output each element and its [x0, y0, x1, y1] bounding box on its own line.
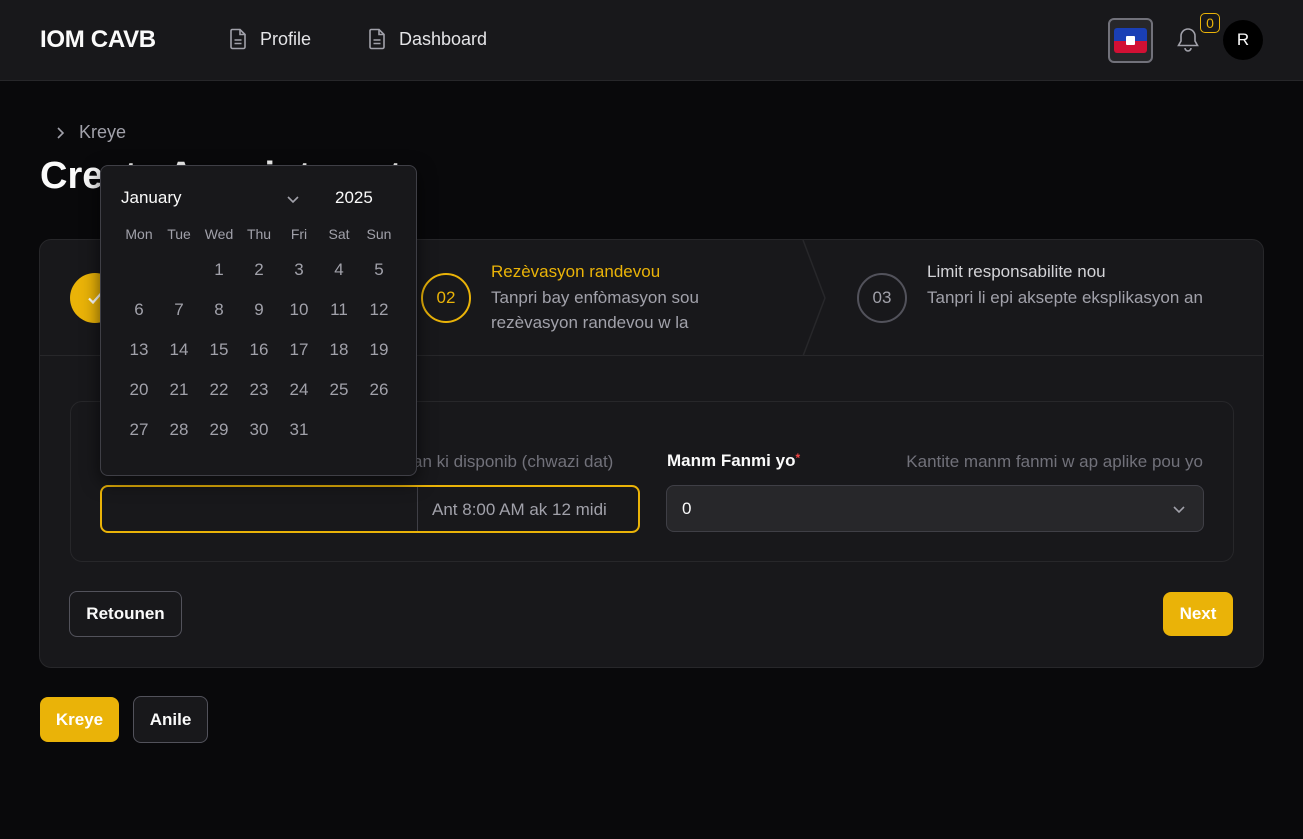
calendar-day[interactable]: 26	[359, 370, 399, 410]
calendar-day[interactable]: 19	[359, 330, 399, 370]
calendar-day[interactable]: 3	[279, 250, 319, 290]
document-icon	[369, 28, 385, 50]
calendar-day[interactable]: 28	[159, 410, 199, 450]
calendar-day[interactable]: 8	[199, 290, 239, 330]
calendar-day[interactable]: 29	[199, 410, 239, 450]
back-button[interactable]: Retounen	[69, 591, 182, 637]
next-button[interactable]: Next	[1163, 592, 1233, 636]
required-marker: *	[795, 451, 801, 465]
calendar-day[interactable]: 13	[119, 330, 159, 370]
chevron-down-icon	[1173, 506, 1185, 514]
weekday-header: Mon	[125, 226, 153, 242]
calendar-empty-cell	[119, 250, 159, 290]
calendar-day[interactable]: 18	[319, 330, 359, 370]
weekday-header: Thu	[246, 226, 272, 242]
calendar-day[interactable]: 9	[239, 290, 279, 330]
weekday-header: Wed	[204, 226, 234, 242]
nav-profile-label: Profile	[260, 28, 312, 49]
month-select[interactable]: January	[121, 188, 181, 208]
calendar-day[interactable]: 21	[159, 370, 199, 410]
calendar-day[interactable]: 10	[279, 290, 319, 330]
calendar-day[interactable]: 5	[359, 250, 399, 290]
appointment-date-input[interactable]: Ant 8:00 AM ak 12 midi	[100, 485, 640, 533]
time-window-addon: Ant 8:00 AM ak 12 midi	[432, 500, 607, 519]
calendar-grid: Mon Tue Wed Thu Fri Sat Sun 1 2 3 4 5 6 7 8 9 10 11 12 13 14…	[119, 226, 399, 450]
calendar-day[interactable]: 27	[119, 410, 159, 450]
step-2-number[interactable]: 02	[421, 273, 471, 323]
calendar-day[interactable]: 20	[119, 370, 159, 410]
calendar-day[interactable]: 11	[319, 290, 359, 330]
calendar-day[interactable]: 4	[319, 250, 359, 290]
top-bar: IOM CAVB Profile Dashboard 0 R	[0, 0, 1303, 81]
cancel-button[interactable]: Anile	[133, 696, 208, 743]
step-2-description: Tanpri bay enfòmasyon sou rezèvasyon ran…	[491, 288, 699, 332]
family-members-select[interactable]: 0	[666, 485, 1204, 532]
date-field-hint: an ki disponib (chwazi dat)	[413, 452, 614, 471]
calendar-day[interactable]: 15	[199, 330, 239, 370]
calendar-day[interactable]: 1	[199, 250, 239, 290]
nav-dashboard-label: Dashboard	[399, 28, 488, 49]
calendar-day[interactable]: 12	[359, 290, 399, 330]
family-members-hint: Kantite manm fanmi w ap aplike pou yo	[906, 452, 1203, 471]
weekday-header: Sat	[328, 226, 350, 242]
step-3-number[interactable]: 03	[857, 273, 907, 323]
date-picker-popover: January 2025 Mon Tue Wed Thu Fri Sat Sun 1 2 3 4 5 6…	[100, 165, 417, 476]
nav-profile[interactable]: Profile	[228, 28, 311, 50]
weekday-header: Tue	[167, 226, 191, 242]
nav-dashboard[interactable]: Dashboard	[367, 28, 487, 50]
notification-count-badge: 0	[1200, 13, 1220, 33]
document-icon	[230, 28, 246, 50]
weekday-header: Fri	[290, 226, 308, 242]
user-avatar[interactable]: R	[1223, 20, 1263, 60]
calendar-day[interactable]: 31	[279, 410, 319, 450]
step-separator	[802, 240, 826, 356]
breadcrumb-current[interactable]: Kreye	[79, 122, 126, 143]
bell-icon[interactable]	[1175, 26, 1201, 54]
calendar-day[interactable]: 2	[239, 250, 279, 290]
chevron-right-icon	[57, 126, 65, 139]
calendar-day[interactable]: 24	[279, 370, 319, 410]
calendar-day[interactable]: 7	[159, 290, 199, 330]
brand-logo[interactable]: IOM CAVB	[40, 26, 156, 54]
calendar-empty-cell	[159, 250, 199, 290]
family-members-value: 0	[682, 499, 692, 518]
calendar-day[interactable]: 6	[119, 290, 159, 330]
year-input[interactable]: 2025	[335, 188, 373, 208]
calendar-day[interactable]: 17	[279, 330, 319, 370]
chevron-down-icon[interactable]	[286, 192, 300, 206]
breadcrumb: Kreye	[55, 122, 126, 143]
calendar-day[interactable]: 23	[239, 370, 279, 410]
create-button[interactable]: Kreye	[40, 697, 119, 742]
haiti-flag-icon	[1114, 28, 1147, 53]
step-2-title: Rezèvasyon randevou	[491, 262, 661, 281]
calendar-day[interactable]: 22	[199, 370, 239, 410]
step-3-title: Limit responsabilite nou	[927, 262, 1106, 281]
language-switcher[interactable]	[1108, 18, 1153, 63]
weekday-header: Sun	[366, 226, 392, 242]
calendar-day[interactable]: 30	[239, 410, 279, 450]
family-members-label: Manm Fanmi yo*	[667, 451, 801, 470]
step-3-description: Tanpri li epi aksepte eksplikasyon an	[927, 288, 1203, 307]
calendar-day[interactable]: 14	[159, 330, 199, 370]
calendar-day[interactable]: 16	[239, 330, 279, 370]
calendar-day[interactable]: 25	[319, 370, 359, 410]
